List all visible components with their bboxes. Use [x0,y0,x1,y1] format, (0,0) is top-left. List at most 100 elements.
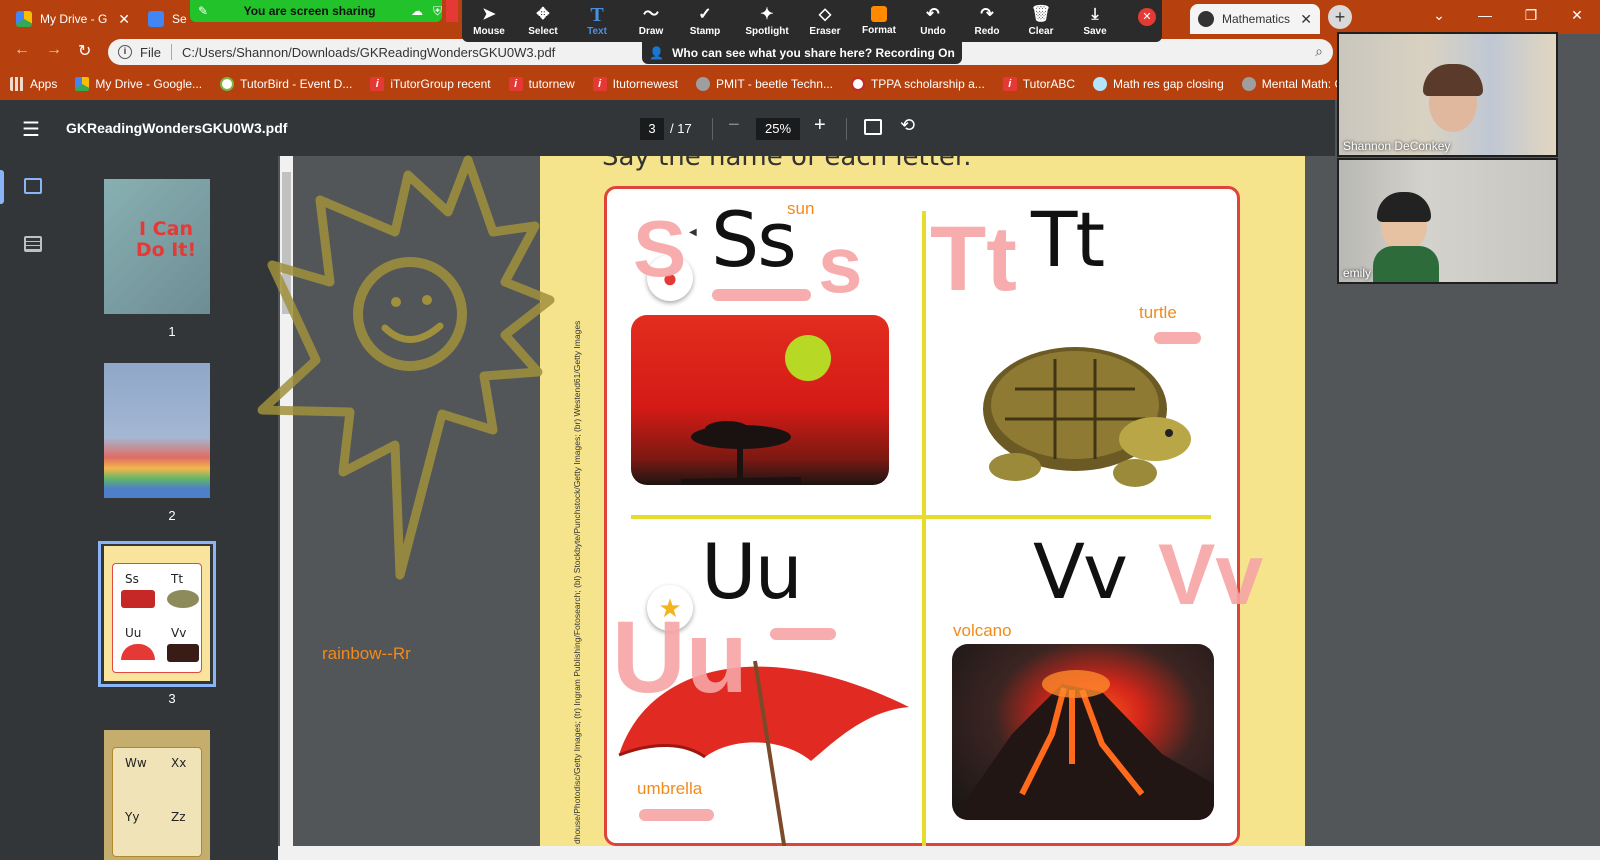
bookmark-label: Mental Math: G [1261,77,1340,91]
thumbnail-letters: Uu [125,626,142,640]
toolbar-divider [846,118,847,140]
tab-mathematics[interactable]: Mathematics ✕ [1190,4,1320,34]
tool-spotlight[interactable]: ✦ Spotlight [736,0,798,42]
url-text: C:/Users/Shannon/Downloads/GKReadingWond… [181,44,556,60]
thumbnails-icon[interactable] [24,178,42,194]
document-outline-icon[interactable] [24,236,42,252]
bookmark-tppa[interactable]: TPPA scholarship a... [850,77,985,91]
thumbnail-letters: Ss [125,572,139,586]
photo-credit: dhouse/Photodisc/Getty Images; (tr) Ingr… [572,320,582,844]
tool-select[interactable]: ✥ Select [516,0,570,42]
screen-sharing-indicator[interactable]: ✎ You are screen sharing ☁ ⛨ [190,0,442,22]
globe-icon [220,77,235,91]
scrollbar-thumb[interactable] [282,172,291,314]
fit-to-page-icon[interactable] [864,119,882,135]
bookmark-tutorbird[interactable]: TutorBird - Event D... [220,77,352,91]
tool-stamp[interactable]: ✓ Stamp [678,0,732,42]
forward-arrow-icon[interactable]: → [46,41,62,59]
tool-label: Text [587,25,607,37]
sun-photo [631,315,889,485]
checkmark-icon: ✓ [698,5,712,23]
minimize-button[interactable]: — [1462,0,1508,30]
bookmark-label: TutorBird - Event D... [240,77,353,91]
acacia-tree-silhouette [681,421,801,485]
tab-search-chevron-icon[interactable]: ⌄ [1416,0,1462,30]
close-window-button[interactable]: ✕ [1554,0,1600,30]
reload-icon[interactable]: ↻ [78,41,91,61]
close-tab-icon[interactable]: ✕ [118,11,130,28]
close-tab-icon[interactable]: ✕ [1300,11,1312,28]
tool-eraser[interactable]: ◇ Eraser [798,0,852,42]
page-thumbnail-1[interactable]: I Can Do It! [104,179,210,314]
participant-name: Shannon DeConkey [1343,139,1451,153]
bookmark-tutornew[interactable]: i tutornew [508,77,575,91]
tool-draw[interactable]: 〜 Draw [624,0,678,42]
thumbnail-letters: Xx [171,756,187,770]
rotate-icon[interactable]: ⟲ [900,115,915,136]
site-favicon-icon [1198,11,1214,27]
tool-clear[interactable]: 🗑 Clear [1014,0,1068,42]
page-number-input[interactable]: 3 [640,118,664,140]
pdf-viewport[interactable]: Say the name of each letter. dhouse/Phot… [278,156,1335,846]
horizontal-scrollbar[interactable] [278,846,1600,860]
volcano-photo [952,644,1214,820]
url-divider [170,44,172,60]
back-arrow-icon[interactable]: ← [14,41,30,59]
tool-text[interactable]: T Text [570,0,624,42]
right-scrollbar[interactable] [1572,156,1585,846]
video-tile-emily[interactable]: emily [1337,158,1558,284]
tool-undo[interactable]: ↶ Undo [906,0,960,42]
tool-format[interactable]: Format [852,0,906,42]
zoom-out-button[interactable]: − [728,114,740,137]
zoom-magnifier-icon[interactable]: ⌕ [1315,43,1323,60]
new-tab-button[interactable]: + [1328,5,1352,29]
page-thumbnail-2[interactable] [104,363,210,498]
bookmark-tutorabc[interactable]: i TutorABC [1002,77,1076,91]
page-thumbnail-3[interactable]: Ss Tt Uu Vv [104,546,210,681]
recording-notice[interactable]: 👤 Who can see what you share here? Recor… [642,42,962,64]
tool-label: Draw [638,25,664,37]
bookmark-math-res[interactable]: Math res gap closing [1093,77,1224,91]
close-annotation-button[interactable]: ✕ [1138,8,1156,26]
bookmark-itutorgroup[interactable]: i iTutorGroup recent [370,77,491,91]
info-icon[interactable]: i [118,45,132,59]
page-thumbnail-4[interactable]: Ww Xx Yy Zz [104,730,210,860]
world-icon [1093,77,1108,91]
participant-shirt [1373,246,1439,282]
zoom-in-button[interactable]: + [814,114,826,137]
google-doc-icon [148,11,164,27]
thumbnail-turtle-photo [167,590,199,608]
tool-label: Eraser [809,25,841,37]
tab-my-drive[interactable]: My Drive - G ✕ [8,4,138,34]
cloud-icon: ☁ [410,4,423,18]
thumbnail-letters: Ww [125,756,147,770]
thumbnail-letters: Yy [125,810,140,824]
star-badge-icon: ★ [647,585,693,631]
bookmark-pmit[interactable]: PMIT - beetle Techn... [696,77,833,91]
url-scheme: File [140,44,161,60]
bookmark-apps[interactable]: Apps [10,77,57,91]
screen-sharing-status: You are screen sharing [243,4,376,18]
bookmark-mental-math[interactable]: Mental Math: G [1241,77,1340,91]
thumbnail-letters: Tt [171,572,184,586]
bookmark-label: PMIT - beetle Techn... [716,77,833,91]
redo-icon: ↷ [980,5,994,23]
stop-share-button[interactable] [446,0,458,22]
restore-button[interactable]: ❐ [1508,0,1554,30]
bookmark-itutornewest[interactable]: i Itutornewest [592,77,678,91]
zoom-level-input[interactable]: 25% [756,118,800,140]
turtle-photo [983,347,1191,487]
speaker-icon[interactable]: ◀ [689,227,697,238]
bookmark-my-drive[interactable]: My Drive - Google... [75,77,202,91]
tool-mouse[interactable]: ➤ Mouse [462,0,516,42]
thumbnail-number: 1 [168,324,176,339]
lava-flow-graphic [952,670,1214,820]
hamburger-menu-icon[interactable]: ☰ [22,117,40,142]
squiggle-icon: 〜 [642,5,659,23]
itutor-icon: i [370,77,385,91]
bookmark-label: TutorABC [1022,77,1076,91]
video-tile-shannon[interactable]: Shannon DeConkey [1337,32,1558,157]
tool-redo[interactable]: ↷ Redo [960,0,1014,42]
letters-uu: Uu [701,527,803,616]
tool-save[interactable]: ⤓ Save [1068,0,1122,42]
